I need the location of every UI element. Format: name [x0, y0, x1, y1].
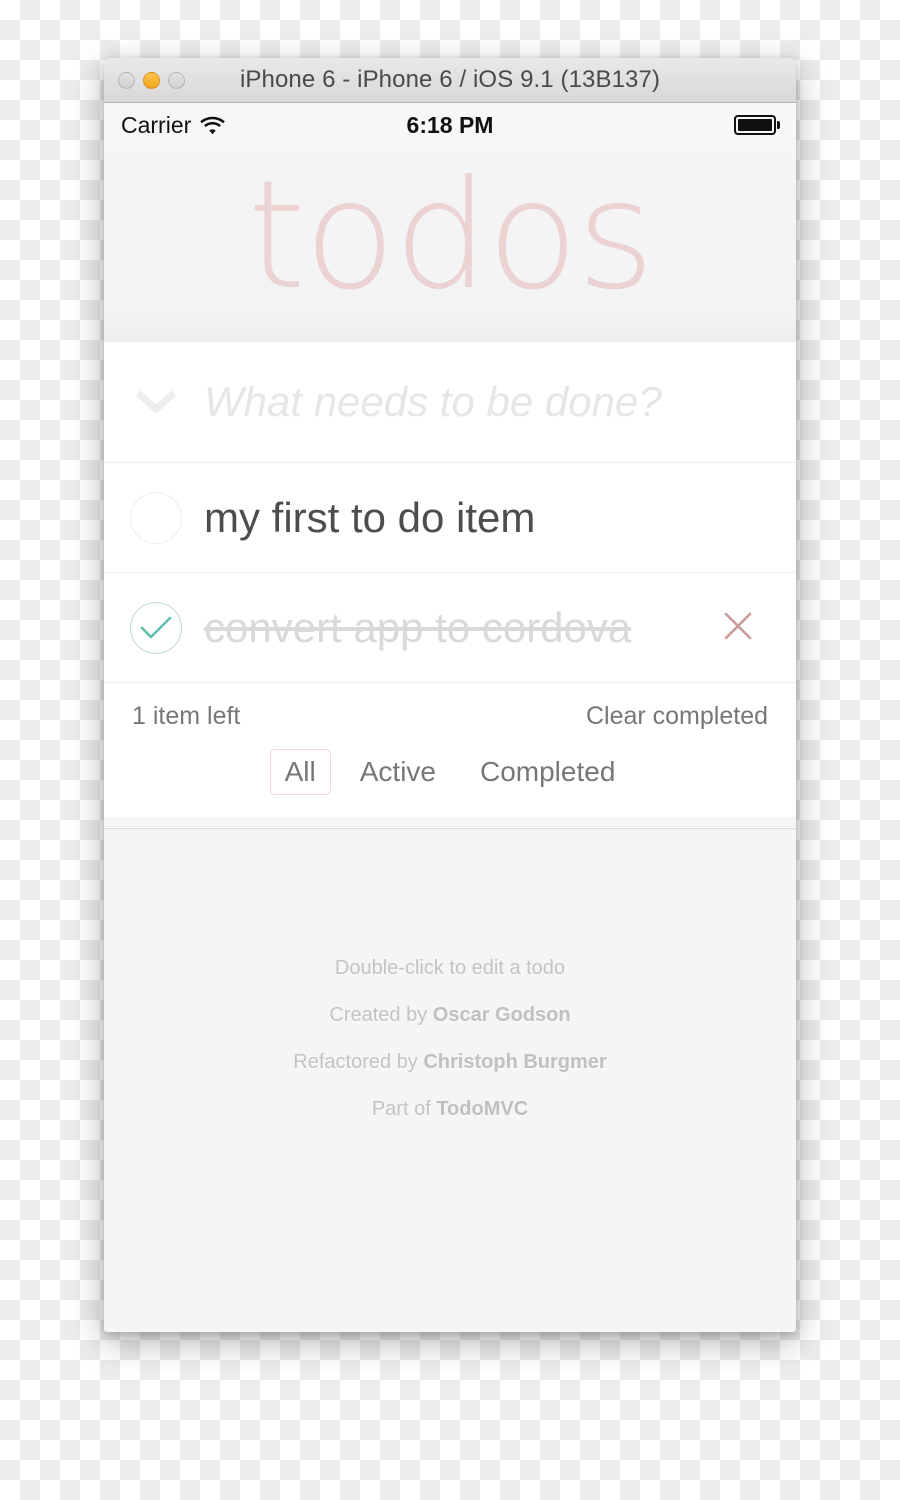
new-todo-row [104, 342, 796, 463]
todoapp-webview: todos my first to do item [104, 147, 796, 1332]
traffic-light-group [118, 71, 185, 89]
close-x-icon [721, 609, 755, 646]
app-header: todos [104, 147, 796, 342]
wifi-icon [200, 116, 226, 135]
circle-empty-icon [130, 491, 182, 544]
todo-label: convert app to cordova [204, 603, 632, 651]
window-title: iPhone 6 - iPhone 6 / iOS 9.1 (13B137) [239, 66, 661, 93]
clear-completed-button[interactable]: Clear completed [586, 702, 768, 731]
todoapp-card: my first to do item convert app to cordo… [104, 342, 796, 828]
carrier-label: Carrier [121, 111, 192, 138]
minimize-button[interactable] [143, 71, 160, 89]
info-footer: Double-click to edit a todo Created by O… [104, 945, 796, 1133]
todo-footer: 1 item left Clear completed All Active C… [104, 683, 796, 817]
info-partof-prefix: Part of [371, 1098, 437, 1120]
carrier-group: Carrier [121, 111, 226, 139]
info-line-refactored: Refactored by Christoph Burgmer [104, 1039, 796, 1086]
simulator-window: iPhone 6 - iPhone 6 / iOS 9.1 (13B137) C… [104, 58, 796, 1332]
todo-list-item[interactable]: my first to do item [104, 463, 796, 573]
battery-full-icon [734, 115, 780, 135]
filter-completed[interactable]: Completed [465, 749, 630, 795]
todo-toggle-checkbox[interactable] [130, 491, 182, 544]
zoom-button[interactable] [168, 71, 185, 89]
todo-count: 1 item left [132, 701, 241, 730]
circle-check-icon [130, 601, 182, 654]
info-created-name[interactable]: Oscar Godson [433, 1004, 571, 1026]
info-line-partof: Part of TodoMVC [104, 1086, 796, 1133]
todo-list-item[interactable]: convert app to cordova [104, 573, 796, 683]
todo-label: my first to do item [204, 493, 536, 541]
info-line-hint: Double-click to edit a todo [334, 957, 566, 979]
filter-active[interactable]: Active [345, 749, 451, 795]
chevron-down-icon [135, 389, 177, 415]
info-created-prefix: Created by [329, 1004, 433, 1026]
info-line-created: Created by Oscar Godson [104, 992, 796, 1039]
window-titlebar[interactable]: iPhone 6 - iPhone 6 / iOS 9.1 (13B137) [104, 58, 796, 103]
info-partof-name[interactable]: TodoMVC [436, 1098, 528, 1120]
destroy-todo-button[interactable] [714, 604, 762, 652]
info-refactored-name[interactable]: Christoph Burgmer [423, 1051, 606, 1073]
page-title: todos [247, 149, 655, 323]
ios-status-bar: Carrier 6:18 PM [104, 103, 796, 147]
info-refactored-prefix: Refactored by [293, 1051, 424, 1073]
todo-toggle-checkbox[interactable] [130, 601, 182, 654]
filter-all[interactable]: All [269, 749, 331, 795]
close-button[interactable] [118, 71, 135, 89]
filters-group: All Active Completed [104, 749, 796, 813]
toggle-all-button[interactable] [130, 389, 182, 415]
new-todo-input[interactable] [182, 378, 796, 426]
footer-top-row: 1 item left Clear completed [104, 683, 796, 749]
